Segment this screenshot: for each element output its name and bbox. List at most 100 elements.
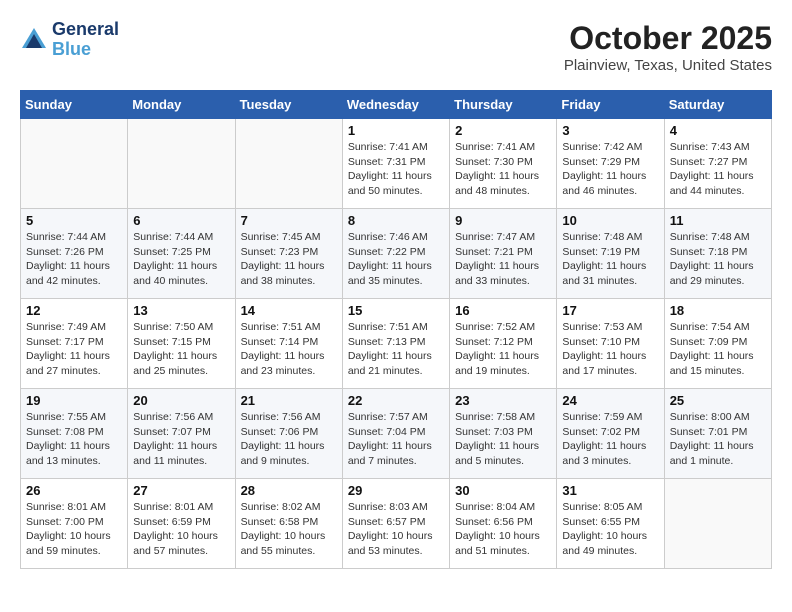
week-row-4: 19 Sunrise: 7:55 AM Sunset: 7:08 PM Dayli… — [21, 389, 772, 479]
day-number: 4 — [670, 123, 766, 138]
calendar-cell: 24Sunrise: 7:59 AM Sunset: 7:02 PM Dayli… — [557, 389, 664, 479]
day-info: Sunrise: 7:52 AM Sunset: 7:12 PM Dayligh… — [455, 320, 551, 379]
day-number: 16 — [455, 303, 551, 318]
day-number: 13 — [133, 303, 229, 318]
weekday-header-monday: Monday — [128, 91, 235, 119]
calendar-cell: 29 Sunrise: 8:03 AM Sunset: 6:57 PM Dayli… — [342, 479, 449, 569]
day-info: Sunrise: 8:01 AM Sunset: 7:00 PM Dayligh… — [26, 500, 122, 559]
day-info: Sunrise: 7:50 AM Sunset: 7:15 PM Dayligh… — [133, 320, 229, 379]
day-number: 8 — [348, 213, 444, 228]
day-number: 18 — [670, 303, 766, 318]
day-info: Sunrise: 7:56 AM Sunset: 7:07 PM Dayligh… — [133, 410, 229, 469]
page-header: General Blue October 2025 Plainview, Tex… — [20, 20, 772, 74]
calendar-cell: 4 Sunrise: 7:43 AM Sunset: 7:27 PM Daylig… — [664, 119, 771, 209]
title-block: October 2025 Plainview, Texas, United St… — [564, 20, 772, 74]
calendar-cell: 18 Sunrise: 7:54 AM Sunset: 7:09 PM Dayli… — [664, 299, 771, 389]
day-info: Sunrise: 7:47 AM Sunset: 7:21 PM Dayligh… — [455, 230, 551, 289]
weekday-header-saturday: Saturday — [664, 91, 771, 119]
calendar-cell: 28 Sunrise: 8:02 AM Sunset: 6:58 PM Dayli… — [235, 479, 342, 569]
day-info: Sunrise: 7:51 AM Sunset: 7:14 PM Dayligh… — [241, 320, 337, 379]
calendar-cell: 10 Sunrise: 7:48 AM Sunset: 7:19 PM Dayli… — [557, 209, 664, 299]
day-number: 29 — [348, 483, 444, 498]
day-number: 5 — [26, 213, 122, 228]
day-number: 3 — [562, 123, 658, 138]
day-info: Sunrise: 7:57 AM Sunset: 7:04 PM Dayligh… — [348, 410, 444, 469]
day-info: Sunrise: 8:05 AM Sunset: 6:55 PM Dayligh… — [562, 500, 658, 559]
day-info: Sunrise: 7:45 AM Sunset: 7:23 PM Dayligh… — [241, 230, 337, 289]
day-info: Sunrise: 7:43 AM Sunset: 7:27 PM Dayligh… — [670, 140, 766, 199]
day-info: Sunrise: 8:03 AM Sunset: 6:57 PM Dayligh… — [348, 500, 444, 559]
calendar-cell: 5 Sunrise: 7:44 AM Sunset: 7:26 PM Daylig… — [21, 209, 128, 299]
day-info: Sunrise: 7:51 AM Sunset: 7:13 PM Dayligh… — [348, 320, 444, 379]
day-number: 14 — [241, 303, 337, 318]
calendar-cell: 9 Sunrise: 7:47 AM Sunset: 7:21 PM Daylig… — [450, 209, 557, 299]
day-number: 24 — [562, 393, 658, 408]
calendar-cell: 8 Sunrise: 7:46 AM Sunset: 7:22 PM Daylig… — [342, 209, 449, 299]
day-number: 26 — [26, 483, 122, 498]
day-info: Sunrise: 7:48 AM Sunset: 7:19 PM Dayligh… — [562, 230, 658, 289]
calendar-cell — [21, 119, 128, 209]
day-info: Sunrise: 7:53 AM Sunset: 7:10 PM Dayligh… — [562, 320, 658, 379]
day-number: 31 — [562, 483, 658, 498]
day-number: 21 — [241, 393, 337, 408]
day-number: 25 — [670, 393, 766, 408]
calendar-cell: 16 Sunrise: 7:52 AM Sunset: 7:12 PM Dayli… — [450, 299, 557, 389]
calendar-cell: 12Sunrise: 7:49 AM Sunset: 7:17 PM Dayli… — [21, 299, 128, 389]
logo-line1: General — [52, 20, 119, 40]
day-number: 28 — [241, 483, 337, 498]
day-number: 2 — [455, 123, 551, 138]
day-info: Sunrise: 7:41 AM Sunset: 7:30 PM Dayligh… — [455, 140, 551, 199]
calendar-cell: 15 Sunrise: 7:51 AM Sunset: 7:13 PM Dayli… — [342, 299, 449, 389]
day-info: Sunrise: 7:44 AM Sunset: 7:26 PM Dayligh… — [26, 230, 122, 289]
logo: General Blue — [20, 20, 119, 60]
day-number: 15 — [348, 303, 444, 318]
logo-line2: Blue — [52, 39, 91, 59]
week-row-5: 26 Sunrise: 8:01 AM Sunset: 7:00 PM Dayli… — [21, 479, 772, 569]
calendar-cell: 13 Sunrise: 7:50 AM Sunset: 7:15 PM Dayli… — [128, 299, 235, 389]
weekday-header-wednesday: Wednesday — [342, 91, 449, 119]
calendar-cell: 17 Sunrise: 7:53 AM Sunset: 7:10 PM Dayli… — [557, 299, 664, 389]
day-number: 10 — [562, 213, 658, 228]
calendar-cell: 7 Sunrise: 7:45 AM Sunset: 7:23 PM Daylig… — [235, 209, 342, 299]
weekday-header-row: SundayMondayTuesdayWednesdayThursdayFrid… — [21, 91, 772, 119]
day-number: 19 — [26, 393, 122, 408]
day-info: Sunrise: 7:48 AM Sunset: 7:18 PM Dayligh… — [670, 230, 766, 289]
logo-icon — [20, 26, 48, 54]
calendar-cell: 6Sunrise: 7:44 AM Sunset: 7:25 PM Daylig… — [128, 209, 235, 299]
day-info: Sunrise: 7:55 AM Sunset: 7:08 PM Dayligh… — [26, 410, 122, 469]
day-number: 27 — [133, 483, 229, 498]
day-number: 6 — [133, 213, 229, 228]
day-info: Sunrise: 8:00 AM Sunset: 7:01 PM Dayligh… — [670, 410, 766, 469]
week-row-2: 5 Sunrise: 7:44 AM Sunset: 7:26 PM Daylig… — [21, 209, 772, 299]
calendar-cell: 2 Sunrise: 7:41 AM Sunset: 7:30 PM Daylig… — [450, 119, 557, 209]
calendar-cell: 22 Sunrise: 7:57 AM Sunset: 7:04 PM Dayli… — [342, 389, 449, 479]
calendar-cell: 25 Sunrise: 8:00 AM Sunset: 7:01 PM Dayli… — [664, 389, 771, 479]
day-number: 9 — [455, 213, 551, 228]
weekday-header-tuesday: Tuesday — [235, 91, 342, 119]
calendar-table: SundayMondayTuesdayWednesdayThursdayFrid… — [20, 90, 772, 569]
day-number: 17 — [562, 303, 658, 318]
calendar-cell: 19 Sunrise: 7:55 AM Sunset: 7:08 PM Dayli… — [21, 389, 128, 479]
calendar-cell: 26 Sunrise: 8:01 AM Sunset: 7:00 PM Dayli… — [21, 479, 128, 569]
day-number: 7 — [241, 213, 337, 228]
day-info: Sunrise: 8:04 AM Sunset: 6:56 PM Dayligh… — [455, 500, 551, 559]
calendar-cell: 3Sunrise: 7:42 AM Sunset: 7:29 PM Daylig… — [557, 119, 664, 209]
weekday-header-friday: Friday — [557, 91, 664, 119]
weekday-header-thursday: Thursday — [450, 91, 557, 119]
day-info: Sunrise: 7:46 AM Sunset: 7:22 PM Dayligh… — [348, 230, 444, 289]
calendar-cell: 23Sunrise: 7:58 AM Sunset: 7:03 PM Dayli… — [450, 389, 557, 479]
day-number: 30 — [455, 483, 551, 498]
day-info: Sunrise: 7:49 AM Sunset: 7:17 PM Dayligh… — [26, 320, 122, 379]
calendar-cell: 21Sunrise: 7:56 AM Sunset: 7:06 PM Dayli… — [235, 389, 342, 479]
location: Plainview, Texas, United States — [564, 57, 772, 74]
day-info: Sunrise: 8:02 AM Sunset: 6:58 PM Dayligh… — [241, 500, 337, 559]
day-number: 22 — [348, 393, 444, 408]
week-row-3: 12Sunrise: 7:49 AM Sunset: 7:17 PM Dayli… — [21, 299, 772, 389]
calendar-cell: 27 Sunrise: 8:01 AM Sunset: 6:59 PM Dayli… — [128, 479, 235, 569]
calendar-cell: 1Sunrise: 7:41 AM Sunset: 7:31 PM Daylig… — [342, 119, 449, 209]
month-title: October 2025 — [564, 20, 772, 57]
calendar-body: 1Sunrise: 7:41 AM Sunset: 7:31 PM Daylig… — [21, 119, 772, 569]
day-number: 23 — [455, 393, 551, 408]
day-info: Sunrise: 8:01 AM Sunset: 6:59 PM Dayligh… — [133, 500, 229, 559]
day-info: Sunrise: 7:54 AM Sunset: 7:09 PM Dayligh… — [670, 320, 766, 379]
